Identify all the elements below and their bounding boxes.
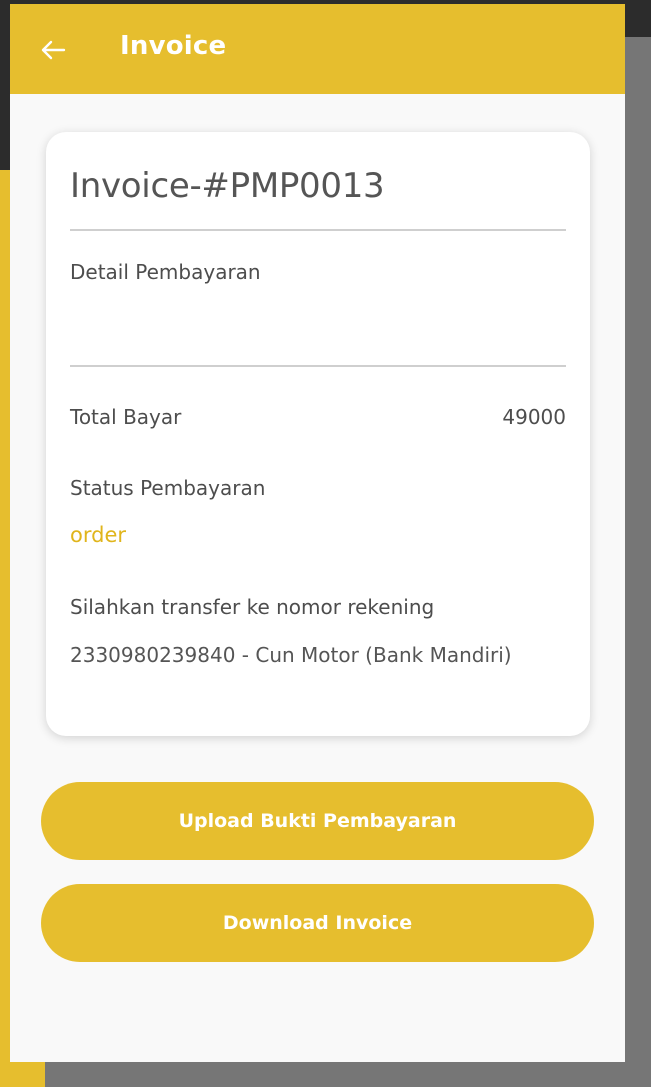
app-bar: Invoice: [10, 4, 625, 94]
invoice-card: Invoice-#PMP0013 Detail Pembayaran Total…: [46, 132, 590, 736]
page-title: Invoice: [120, 31, 227, 61]
payment-status-value: order: [70, 523, 126, 547]
upload-payment-proof-button[interactable]: Upload Bukti Pembayaran: [41, 782, 594, 860]
transfer-instruction-label: Silahkan transfer ke nomor rekening: [70, 595, 435, 619]
divider: [70, 229, 566, 231]
payment-status-label: Status Pembayaran: [70, 476, 266, 500]
total-pay-value: 49000: [502, 405, 566, 429]
divider: [70, 365, 566, 367]
download-invoice-button[interactable]: Download Invoice: [41, 884, 594, 962]
back-arrow-icon[interactable]: [38, 35, 68, 65]
invoice-screen: Invoice Invoice-#PMP0013 Detail Pembayar…: [10, 4, 625, 1062]
bank-account-text: 2330980239840 - Cun Motor (Bank Mandiri): [70, 643, 512, 667]
payment-detail-label: Detail Pembayaran: [70, 260, 261, 284]
total-pay-label: Total Bayar: [70, 405, 182, 429]
invoice-number: Invoice-#PMP0013: [70, 166, 385, 206]
